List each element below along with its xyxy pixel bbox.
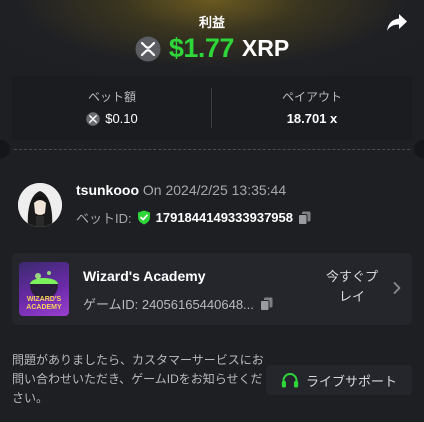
- chevron-right-icon[interactable]: [392, 281, 402, 295]
- bet-amount-label: ベット額: [87, 90, 136, 104]
- profit-amount-row: $1.77 XRP: [0, 33, 424, 64]
- profit-label: 利益: [198, 15, 225, 30]
- game-thumbnail[interactable]: WIZARD'S ACADEMY: [19, 262, 69, 316]
- bet-amount-value-row: $0.10: [12, 111, 212, 126]
- bet-id-label: ベットID:: [76, 211, 132, 226]
- payout-stat: ペイアウト 18.701 x: [212, 76, 412, 140]
- profit-currency: XRP: [241, 35, 290, 61]
- play-now-label-line2: レイ: [338, 289, 365, 304]
- profit-amount: $1.77: [168, 33, 235, 63]
- game-id: ゲームID: 24056165440648...: [83, 297, 254, 312]
- game-title[interactable]: Wizard's Academy: [83, 268, 206, 284]
- copy-icon[interactable]: [298, 211, 311, 225]
- avatar[interactable]: [18, 183, 62, 227]
- game-id-row: ゲームID: 24056165440648...: [83, 294, 273, 313]
- shield-check-icon: [137, 210, 150, 225]
- bet-stats-panel: ベット額 $0.10 ペイアウト 18.701 x: [12, 76, 412, 140]
- play-now-button[interactable]: 今すぐプ レイ: [317, 267, 387, 307]
- game-card[interactable]: WIZARD'S ACADEMY Wizard's Academy ゲームID:…: [12, 253, 412, 325]
- bet-user-row: tsunkooo On 2024/2/25 13:35:44: [76, 182, 286, 198]
- share-icon[interactable]: [386, 13, 408, 33]
- xrp-coin-icon: [135, 36, 161, 61]
- help-text: 問題がありましたら、カスタマーサービスにお問い合わせいただき、ゲームIDをお知ら…: [12, 353, 264, 405]
- bet-date: On 2024/2/25 13:35:44: [142, 182, 287, 198]
- username[interactable]: tsunkooo: [76, 182, 139, 198]
- headset-icon: [281, 372, 299, 387]
- bet-amount-stat: ベット額 $0.10: [12, 76, 212, 140]
- live-support-button[interactable]: ライブサポート: [266, 365, 412, 395]
- live-support-label: ライブサポート: [305, 373, 397, 389]
- ticket-divider: [14, 149, 410, 150]
- copy-icon[interactable]: [259, 297, 273, 311]
- bet-amount-value: $0.10: [105, 111, 138, 126]
- bet-id-row: ベットID: 1791844149333937958: [76, 208, 311, 227]
- payout-label: ペイアウト: [281, 90, 342, 104]
- payout-value: 18.701 x: [286, 111, 338, 126]
- game-thumbnail-text: WIZARD'S ACADEMY: [26, 296, 62, 311]
- bet-id-value: 1791844149333937958: [155, 210, 293, 225]
- play-now-label-line1: 今すぐプ: [325, 269, 378, 284]
- xrp-coin-icon: [86, 111, 100, 126]
